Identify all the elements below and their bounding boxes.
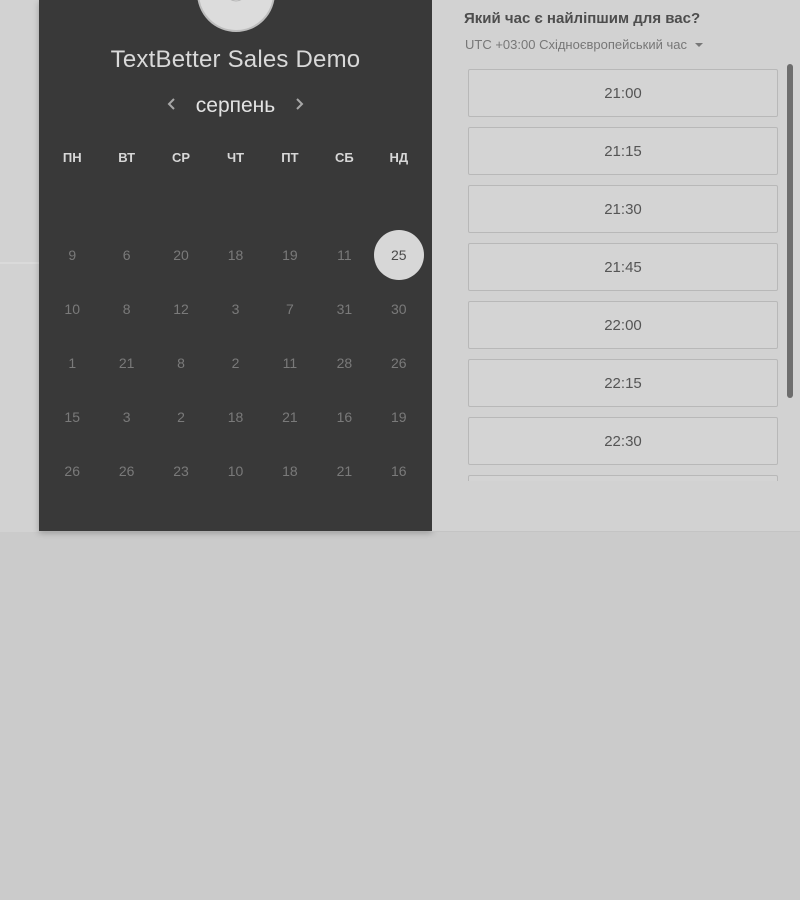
weekday-tuesday: ВТ (118, 150, 136, 165)
calendar-day[interactable]: 1 (45, 336, 99, 390)
calendar-day[interactable]: 21 (99, 336, 153, 390)
time-slot-button[interactable]: 21:30 (468, 185, 778, 233)
calendar-day[interactable]: 18 (208, 390, 262, 444)
calendar-day[interactable]: 9 (45, 228, 99, 282)
calendar-day[interactable]: 26 (99, 444, 153, 498)
weekday-friday: ПТ (281, 150, 299, 165)
calendar-day[interactable]: 21 (263, 390, 317, 444)
company-title: TextBetter Sales Demo (110, 46, 361, 73)
calendar-day[interactable]: 18 (208, 228, 262, 282)
time-slot-button[interactable]: 21:15 (468, 127, 778, 175)
calendar-day[interactable]: 30 (372, 282, 426, 336)
weekday-wednesday: СР (172, 150, 191, 165)
weekday-saturday: СБ (334, 150, 354, 165)
time-slot-button[interactable]: 22:15 (468, 359, 778, 407)
time-slot-button[interactable] (468, 475, 778, 481)
weekday-header: ПН ВТ СР ЧТ ПТ СБ НД (39, 150, 432, 172)
time-slot-button[interactable]: 21:45 (468, 243, 778, 291)
calendar-day[interactable]: 16 (372, 444, 426, 498)
calendar-day[interactable]: 11 (317, 228, 371, 282)
calendar-day[interactable]: 3 (208, 282, 262, 336)
time-slot-button[interactable]: 22:30 (468, 417, 778, 465)
calendar-day[interactable]: 20 (154, 228, 208, 282)
time-slot-list: 21:00 21:15 21:30 21:45 22:00 22:15 22:3… (468, 69, 778, 481)
calendar-day[interactable]: 2 (154, 390, 208, 444)
calendar-day[interactable]: 19 (372, 390, 426, 444)
calendar-day[interactable]: 12 (154, 282, 208, 336)
time-picker-panel: Який час є найліпшим для вас? UTC +03:00… (432, 0, 800, 532)
time-question: Який час є найліпшим для вас? (464, 10, 701, 27)
calendar-day[interactable]: 6 (99, 228, 153, 282)
chevron-right-icon (294, 97, 304, 116)
calendar-day[interactable]: 8 (99, 282, 153, 336)
calendar-day[interactable]: 26 (45, 444, 99, 498)
calendar-day[interactable]: 2 (208, 336, 262, 390)
calendar-day[interactable]: 10 (45, 282, 99, 336)
calendar-day[interactable]: 26 (372, 336, 426, 390)
calendar-day[interactable]: 8 (154, 336, 208, 390)
calendar-day-selected[interactable]: 25 (372, 228, 426, 282)
backdrop-divider (0, 262, 39, 264)
logo-icon (222, 0, 250, 10)
calendar-day[interactable]: 31 (317, 282, 371, 336)
weekday-thursday: ЧТ (226, 150, 245, 165)
month-navigation: серпень (39, 91, 432, 121)
month-label: серпень (195, 94, 276, 117)
time-slot-button[interactable]: 22:00 (468, 301, 778, 349)
calendar-grid: 9 6 20 18 19 11 25 10 8 12 3 7 31 30 1 2… (45, 228, 426, 498)
calendar-day[interactable]: 19 (263, 228, 317, 282)
calendar-day[interactable]: 15 (45, 390, 99, 444)
calendar-day[interactable]: 18 (263, 444, 317, 498)
weekday-sunday: НД (389, 150, 409, 165)
company-avatar (197, 0, 275, 32)
time-slot-scrollbar[interactable] (787, 64, 793, 398)
calendar-day[interactable]: 28 (317, 336, 371, 390)
calendar-day[interactable]: 10 (208, 444, 262, 498)
calendar-day[interactable]: 16 (317, 390, 371, 444)
calendar-day[interactable]: 7 (263, 282, 317, 336)
chevron-down-icon (694, 43, 703, 47)
previous-month-button[interactable] (158, 92, 186, 120)
timezone-label: UTC +03:00 Східноєвропейський час (465, 37, 687, 52)
calendar-day[interactable]: 3 (99, 390, 153, 444)
time-slot-button[interactable]: 21:00 (468, 69, 778, 117)
calendar-day[interactable]: 23 (154, 444, 208, 498)
weekday-monday: ПН (62, 150, 82, 165)
chevron-left-icon (167, 97, 177, 116)
timezone-selector[interactable]: UTC +03:00 Східноєвропейський час (465, 37, 703, 52)
calendar-day[interactable]: 11 (263, 336, 317, 390)
next-month-button[interactable] (285, 92, 313, 120)
calendar-day[interactable]: 21 (317, 444, 371, 498)
selected-day-label: 25 (373, 230, 424, 280)
calendar-panel: TextBetter Sales Demo серпень ПН ВТ СР Ч… (39, 0, 432, 531)
